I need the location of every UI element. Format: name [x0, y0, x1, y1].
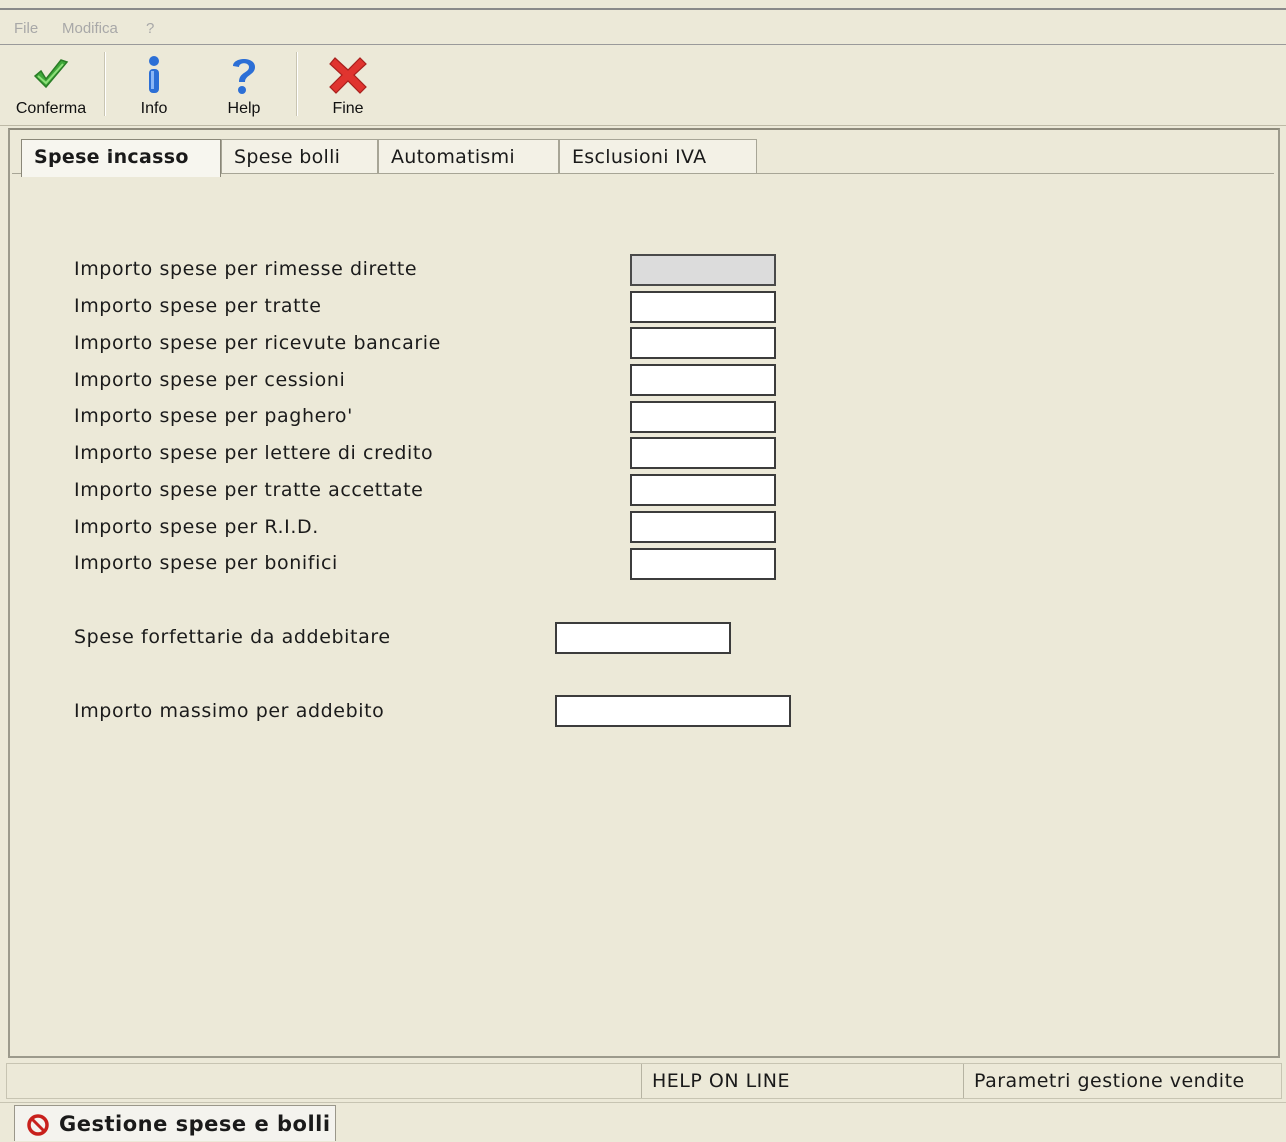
input-tratte[interactable]	[630, 291, 776, 323]
tab-esclusioni-iva[interactable]: Esclusioni IVA	[559, 139, 757, 173]
field-label-spese-forfettarie: Spese forfettarie da addebitare	[74, 626, 391, 648]
menu-help[interactable]: ?	[146, 20, 154, 37]
info-icon	[149, 56, 159, 93]
field-label-tratte-accettate: Importo spese per tratte accettate	[74, 479, 424, 501]
window-top-border	[0, 8, 1286, 10]
input-tratte-accettate[interactable]	[630, 474, 776, 506]
input-bonifici[interactable]	[630, 548, 776, 580]
field-label-bonifici: Importo spese per bonifici	[74, 552, 338, 574]
menu-modifica[interactable]: Modifica	[62, 20, 118, 37]
tab-spese-incasso[interactable]: Spese incasso	[21, 139, 221, 177]
info-button[interactable]: Info	[124, 50, 184, 122]
status-context: Parametri gestione vendite	[963, 1064, 1281, 1098]
field-label-importo-massimo: Importo massimo per addebito	[74, 700, 385, 722]
input-importo-massimo[interactable]	[555, 695, 791, 727]
input-spese-forfettarie[interactable]	[555, 622, 731, 654]
menu-file[interactable]: File	[14, 20, 38, 37]
close-icon	[329, 57, 367, 94]
window-tab-gestione-spese-bolli[interactable]: Gestione spese e bolli	[14, 1105, 336, 1141]
confirm-button[interactable]: Conferma	[6, 50, 96, 122]
info-label: Info	[140, 100, 168, 117]
field-label-rimesse-dirette: Importo spese per rimesse dirette	[74, 258, 418, 280]
input-cessioni[interactable]	[630, 364, 776, 396]
status-bar: HELP ON LINE Parametri gestione vendite	[6, 1063, 1282, 1099]
tab-automatismi[interactable]: Automatismi	[378, 139, 559, 173]
field-label-lettere-di-credito: Importo spese per lettere di credito	[74, 442, 434, 464]
help-label: Help	[227, 100, 261, 117]
toolbar: Conferma Info Help Fine	[0, 46, 1286, 126]
input-rimesse-dirette	[630, 254, 776, 286]
input-lettere-di-credito[interactable]	[630, 437, 776, 469]
field-label-paghero: Importo spese per paghero'	[74, 405, 353, 427]
input-paghero[interactable]	[630, 401, 776, 433]
input-rid[interactable]	[630, 511, 776, 543]
toolbar-separator	[104, 52, 106, 116]
tab-spese-bolli[interactable]: Spese bolli	[221, 139, 378, 173]
field-label-tratte: Importo spese per tratte	[74, 295, 322, 317]
end-button[interactable]: Fine	[318, 50, 378, 122]
input-ricevute-bancarie[interactable]	[630, 327, 776, 359]
menu-bar: File Modifica ?	[0, 11, 1286, 45]
help-button[interactable]: Help	[214, 50, 274, 122]
toolbar-separator	[296, 52, 298, 116]
field-label-rid: Importo spese per R.I.D.	[74, 516, 319, 538]
window-tab-bar: Gestione spese e bolli	[0, 1102, 1286, 1141]
question-mark-icon	[233, 59, 255, 94]
field-label-cessioni: Importo spese per cessioni	[74, 369, 346, 391]
field-label-ricevute-bancarie: Importo spese per ricevute bancarie	[74, 332, 441, 354]
status-help-online[interactable]: HELP ON LINE	[641, 1064, 963, 1098]
app-logo-icon	[27, 1114, 49, 1136]
confirm-label: Conferma	[15, 100, 87, 117]
end-label: Fine	[332, 100, 364, 117]
checkmark-icon	[33, 59, 69, 89]
window-tab-title: Gestione spese e bolli	[59, 1112, 331, 1136]
